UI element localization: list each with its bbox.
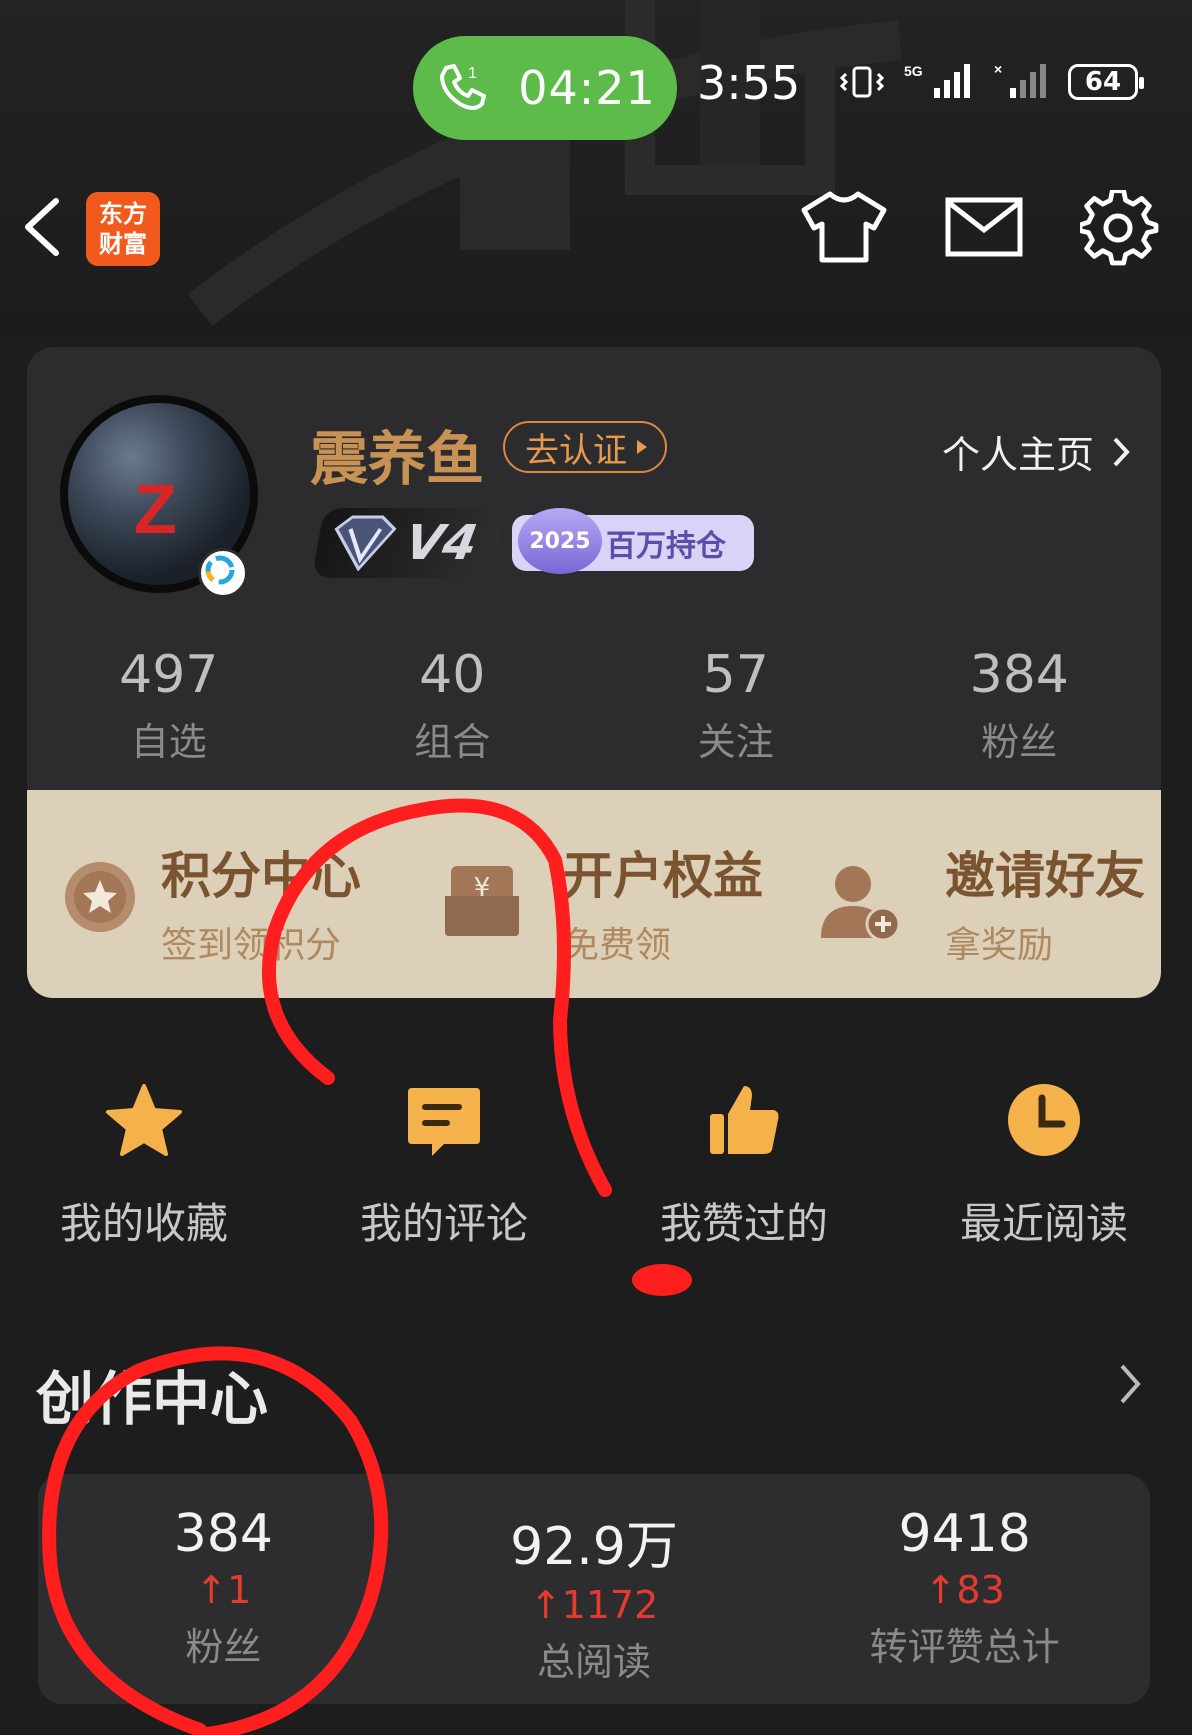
points-star-icon bbox=[65, 862, 135, 932]
shirt-icon bbox=[801, 191, 887, 263]
action-label: 我的收藏 bbox=[59, 1199, 228, 1248]
call-indicator[interactable]: 1 04:21 bbox=[413, 36, 677, 140]
creator-center-title[interactable]: 创作中心 bbox=[36, 1352, 268, 1436]
verify-button[interactable]: 去认证 bbox=[503, 421, 667, 473]
avatar-letter: Z bbox=[134, 470, 177, 548]
creator-stat-label: 粉丝 bbox=[185, 1625, 262, 1669]
creator-stats-card: 384 ↑1 粉丝 92.9万 ↑1172 总阅读 9418 ↑83 转评赞总计 bbox=[38, 1474, 1150, 1704]
clock-icon bbox=[1008, 1084, 1080, 1156]
invite-user-icon bbox=[821, 866, 901, 942]
stat-watchlist[interactable]: 497 自选 bbox=[27, 645, 311, 766]
stat-followers[interactable]: 384 粉丝 bbox=[878, 645, 1162, 766]
benefit-title: 开户权益 bbox=[563, 847, 763, 905]
homepage-link[interactable]: 个人主页 bbox=[942, 424, 1130, 479]
benefit-invite-friends[interactable]: 邀请好友 拿奖励 bbox=[783, 790, 1161, 998]
comment-icon bbox=[408, 1088, 480, 1156]
avatar-badge-icon bbox=[198, 548, 248, 598]
mail-icon bbox=[945, 197, 1023, 257]
action-label: 我赞过的 bbox=[659, 1199, 828, 1248]
stat-value: 40 bbox=[419, 645, 486, 705]
profile-stats: 497 自选 40 组合 57 关注 384 粉丝 bbox=[27, 645, 1161, 766]
gear-icon bbox=[1077, 188, 1159, 266]
holder-label: 百万持仓 bbox=[606, 529, 726, 564]
stat-label: 关注 bbox=[697, 720, 774, 764]
back-button[interactable] bbox=[20, 195, 64, 263]
benefit-points-center[interactable]: 积分中心 签到领积分 bbox=[27, 790, 405, 998]
creator-stat-value: 384 bbox=[173, 1504, 273, 1564]
action-recent-reading[interactable]: 最近阅读 bbox=[924, 1080, 1164, 1251]
chevron-right-icon bbox=[1113, 437, 1130, 466]
benefit-title: 邀请好友 bbox=[945, 847, 1145, 905]
benefits-strip: 积分中心 签到领积分 ¥ 开户权益 免费领 邀请好友 拿奖励 bbox=[27, 790, 1161, 998]
stat-label: 自选 bbox=[130, 720, 207, 764]
vip-level: V4 bbox=[401, 515, 482, 571]
action-label: 最近阅读 bbox=[959, 1199, 1128, 1248]
stat-value: 57 bbox=[702, 645, 769, 705]
back-icon bbox=[25, 198, 59, 256]
battery-indicator: 64 bbox=[1068, 64, 1144, 100]
creator-stat-engagement[interactable]: 9418 ↑83 转评赞总计 bbox=[779, 1474, 1150, 1704]
action-comments[interactable]: 我的评论 bbox=[324, 1080, 564, 1251]
vip-badge[interactable]: V4 bbox=[311, 508, 505, 578]
stat-value: 497 bbox=[119, 645, 219, 705]
system-icons: 5G × 64 bbox=[838, 62, 1144, 102]
caret-right-icon bbox=[637, 440, 647, 454]
svg-text:×: × bbox=[994, 62, 1002, 77]
svg-text:1: 1 bbox=[468, 65, 477, 82]
status-clock: 3:55 bbox=[697, 56, 801, 110]
creator-center-link[interactable] bbox=[1118, 1362, 1142, 1410]
network-label: 5G bbox=[904, 63, 923, 79]
verify-label: 去认证 bbox=[525, 430, 627, 471]
app-logo: 东方 财富 bbox=[86, 192, 160, 266]
creator-stat-delta: ↑1 bbox=[195, 1568, 252, 1612]
vibrate-icon bbox=[839, 66, 885, 98]
action-label: 我的评论 bbox=[359, 1199, 528, 1248]
creator-stat-value: 9418 bbox=[898, 1504, 1031, 1564]
benefit-account-rights[interactable]: ¥ 开户权益 免费领 bbox=[405, 790, 783, 998]
stat-label: 粉丝 bbox=[981, 720, 1058, 764]
action-favorites[interactable]: 我的收藏 bbox=[24, 1080, 264, 1251]
app-logo-line2: 财富 bbox=[99, 230, 147, 258]
creator-stat-label: 总阅读 bbox=[537, 1640, 652, 1684]
phone-icon: 1 bbox=[440, 64, 487, 110]
stat-value: 384 bbox=[969, 645, 1069, 705]
creator-stat-delta: ↑1172 bbox=[529, 1583, 659, 1627]
call-timer: 04:21 bbox=[518, 61, 656, 115]
action-liked[interactable]: 我赞过的 bbox=[624, 1080, 864, 1251]
stat-portfolios[interactable]: 40 组合 bbox=[311, 645, 595, 766]
username: 震养鱼 bbox=[310, 425, 485, 493]
ring-icon bbox=[205, 555, 235, 585]
benefit-subtitle: 免费领 bbox=[563, 925, 672, 966]
benefit-subtitle: 拿奖励 bbox=[945, 925, 1054, 966]
skin-button[interactable] bbox=[800, 190, 888, 268]
creator-stat-reads[interactable]: 92.9万 ↑1172 总阅读 bbox=[409, 1474, 780, 1704]
benefit-subtitle: 签到领积分 bbox=[161, 925, 342, 966]
chevron-right-icon bbox=[1120, 1364, 1141, 1404]
homepage-label: 个人主页 bbox=[941, 433, 1094, 477]
benefit-title: 积分中心 bbox=[161, 847, 361, 905]
creator-stat-value: 92.9万 bbox=[510, 1517, 678, 1577]
messages-button[interactable] bbox=[944, 196, 1024, 262]
creator-stat-delta: ↑83 bbox=[924, 1568, 1005, 1612]
settings-button[interactable] bbox=[1077, 188, 1160, 274]
thumbs-up-icon bbox=[710, 1086, 779, 1154]
creator-stat-label: 转评赞总计 bbox=[869, 1625, 1060, 1669]
signal-weak-icon: × bbox=[994, 62, 1046, 98]
svg-text:¥: ¥ bbox=[474, 873, 491, 903]
diamond-icon bbox=[334, 515, 397, 572]
red-envelope-icon: ¥ bbox=[445, 866, 519, 936]
app-logo-line1: 东方 bbox=[99, 200, 147, 228]
star-icon bbox=[106, 1084, 182, 1156]
signal-5g-icon: 5G bbox=[904, 63, 970, 98]
stat-following[interactable]: 57 关注 bbox=[594, 645, 878, 766]
stat-label: 组合 bbox=[414, 720, 491, 764]
holder-year-badge: 2025 bbox=[518, 508, 602, 574]
creator-stat-followers[interactable]: 384 ↑1 粉丝 bbox=[38, 1474, 409, 1704]
